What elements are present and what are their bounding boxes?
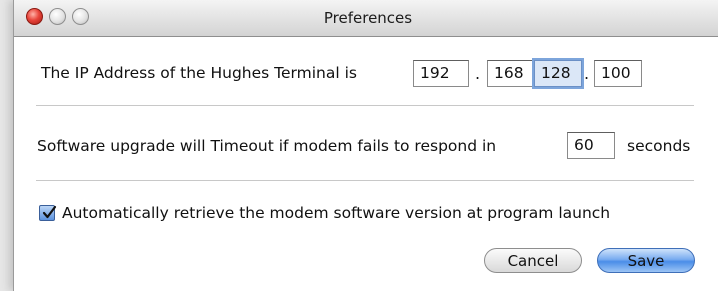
timeout-label: Software upgrade will Timeout if modem f… <box>37 137 497 155</box>
ip-octet-3-field[interactable]: 128 <box>534 60 582 87</box>
auto-retrieve-label: Automatically retrieve the modem softwar… <box>62 204 611 222</box>
preferences-window: Preferences The IP Address of the Hughes… <box>13 0 718 291</box>
window-title: Preferences <box>323 9 413 27</box>
cancel-button[interactable]: Cancel <box>484 248 582 273</box>
timeout-seconds-field[interactable]: 60 <box>567 132 615 159</box>
ip-separator: . <box>475 64 481 83</box>
ip-address-label: The IP Address of the Hughes Terminal is <box>41 64 357 82</box>
auto-retrieve-checkbox[interactable] <box>39 205 57 221</box>
save-button[interactable]: Save <box>597 248 695 273</box>
separator-line <box>36 105 694 106</box>
ip-octet-1-field[interactable]: 192 <box>413 60 469 87</box>
ip-octet-4-field[interactable]: 100 <box>594 60 642 87</box>
checkmark-icon <box>42 205 57 219</box>
ip-separator: . <box>584 64 590 83</box>
separator-line <box>36 180 694 181</box>
seconds-label: seconds <box>627 137 691 155</box>
title-bar: Preferences <box>14 0 718 37</box>
